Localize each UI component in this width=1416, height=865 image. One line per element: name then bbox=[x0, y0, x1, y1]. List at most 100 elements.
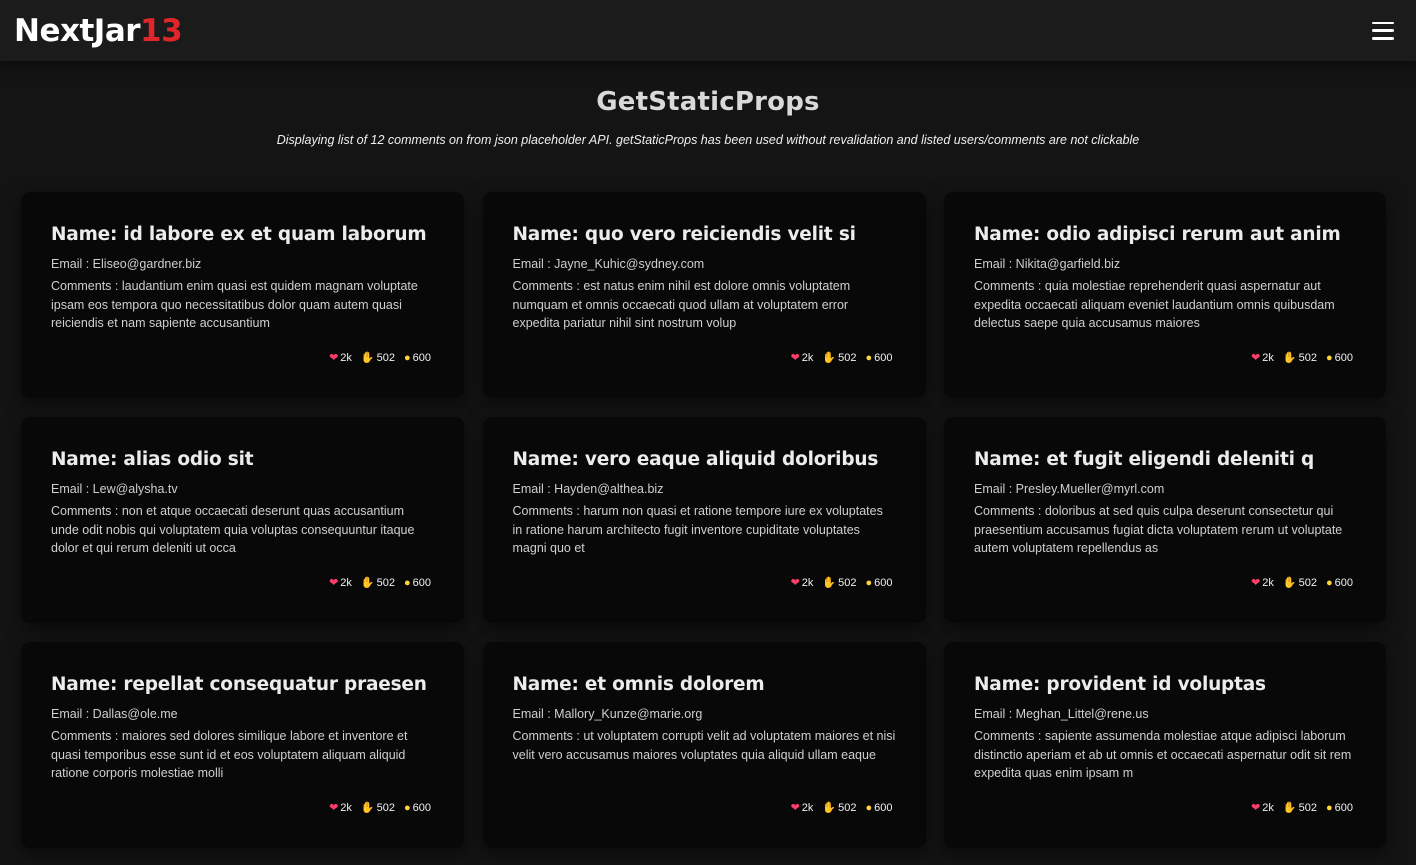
menu-line bbox=[1372, 29, 1394, 32]
card-name: Name: alias odio sit bbox=[51, 449, 254, 470]
logo-text: NextJar bbox=[14, 12, 141, 49]
thumbs-stat: ✋ 502 bbox=[822, 802, 856, 814]
thumbs-up-icon: ✋ bbox=[822, 351, 837, 364]
thumbs-up-icon: ✋ bbox=[360, 801, 375, 814]
card-stats: ❤ 2k ✋ 502 ● 600 bbox=[791, 352, 893, 364]
navbar: NextJar13 bbox=[0, 0, 1416, 61]
logo-accent: 13 bbox=[140, 12, 183, 49]
thumbs-stat: ✋ 502 bbox=[822, 577, 856, 589]
thumbs-count: 502 bbox=[376, 802, 395, 814]
heart-icon: ❤ bbox=[790, 351, 800, 364]
likes-stat: ❤ 2k bbox=[1251, 802, 1274, 814]
likes-stat: ❤ 2k bbox=[791, 802, 814, 814]
card-email: Email : Hayden@althea.biz bbox=[512, 482, 664, 496]
card-stats: ❤ 2k ✋ 502 ● 600 bbox=[791, 577, 893, 589]
ideas-count: 600 bbox=[1334, 802, 1353, 814]
card-name: Name: quo vero reiciendis velit si bbox=[512, 224, 856, 245]
lightbulb-icon: ● bbox=[1325, 801, 1333, 814]
ideas-stat: ● 600 bbox=[1326, 577, 1353, 589]
ideas-count: 600 bbox=[874, 802, 893, 814]
card-name: Name: odio adipisci rerum aut anim bbox=[974, 224, 1341, 245]
card-stats: ❤ 2k ✋ 502 ● 600 bbox=[329, 352, 431, 364]
thumbs-stat: ✋ 502 bbox=[822, 352, 856, 364]
thumbs-stat: ✋ 502 bbox=[361, 577, 395, 589]
ideas-count: 600 bbox=[1334, 352, 1353, 364]
card-email: Email : Meghan_Littel@rene.us bbox=[974, 707, 1149, 721]
ideas-stat: ● 600 bbox=[865, 577, 892, 589]
ideas-stat: ● 600 bbox=[404, 802, 431, 814]
thumbs-up-icon: ✋ bbox=[360, 351, 375, 364]
card-comment: Comments : sapiente assumenda molestiae … bbox=[974, 729, 1352, 781]
thumbs-count: 502 bbox=[1298, 802, 1317, 814]
ideas-count: 600 bbox=[874, 577, 893, 589]
card-comment: Comments : quia molestiae reprehenderit … bbox=[974, 279, 1335, 331]
hamburger-menu-icon[interactable] bbox=[1372, 21, 1394, 40]
menu-line bbox=[1372, 21, 1394, 24]
likes-count: 2k bbox=[801, 352, 814, 364]
heart-icon: ❤ bbox=[790, 801, 800, 814]
thumbs-count: 502 bbox=[838, 352, 857, 364]
card-comment: Comments : non et atque occaecati deseru… bbox=[51, 504, 415, 556]
card-comment: Comments : laudantium enim quasi est qui… bbox=[51, 279, 418, 331]
thumbs-count: 502 bbox=[1298, 352, 1317, 364]
card-stats: ❤ 2k ✋ 502 ● 600 bbox=[329, 577, 431, 589]
lightbulb-icon: ● bbox=[865, 351, 873, 364]
card-email: Email : Presley.Mueller@myrl.com bbox=[974, 482, 1165, 496]
card-name: Name: et omnis dolorem bbox=[512, 674, 765, 695]
thumbs-count: 502 bbox=[1298, 577, 1317, 589]
menu-line bbox=[1372, 37, 1394, 40]
thumbs-count: 502 bbox=[838, 802, 857, 814]
card-email: Email : Jayne_Kuhic@sydney.com bbox=[512, 257, 705, 271]
likes-count: 2k bbox=[801, 577, 814, 589]
card-comment: Comments : est natus enim nihil est dolo… bbox=[512, 279, 851, 331]
card-email: Email : Lew@alysha.tv bbox=[51, 482, 178, 496]
card-stats: ❤ 2k ✋ 502 ● 600 bbox=[329, 802, 431, 814]
likes-count: 2k bbox=[340, 577, 352, 589]
comment-card: Name: provident id voluptas Email : Megh… bbox=[944, 642, 1386, 848]
heart-icon: ❤ bbox=[329, 801, 339, 814]
comment-card: Name: id labore ex et quam laborum Email… bbox=[21, 192, 464, 398]
ideas-stat: ● 600 bbox=[865, 352, 892, 364]
comment-card: Name: repellat consequatur praesen Email… bbox=[21, 642, 464, 848]
likes-stat: ❤ 2k bbox=[329, 352, 352, 364]
card-comment: Comments : ut voluptatem corrupti velit … bbox=[512, 729, 896, 762]
lightbulb-icon: ● bbox=[865, 576, 873, 589]
comment-card: Name: odio adipisci rerum aut anim Email… bbox=[944, 192, 1386, 398]
card-name: Name: provident id voluptas bbox=[974, 674, 1266, 695]
lightbulb-icon: ● bbox=[1325, 351, 1333, 364]
page-header: GetStaticProps Displaying list of 12 com… bbox=[0, 61, 1416, 147]
card-email: Email : Nikita@garfield.biz bbox=[974, 257, 1121, 271]
likes-count: 2k bbox=[340, 352, 352, 364]
logo[interactable]: NextJar13 bbox=[14, 12, 183, 49]
comment-card: Name: alias odio sit Email : Lew@alysha.… bbox=[21, 417, 464, 623]
ideas-stat: ● 600 bbox=[865, 802, 892, 814]
card-comment: Comments : maiores sed dolores similique… bbox=[51, 729, 408, 781]
thumbs-stat: ✋ 502 bbox=[361, 352, 395, 364]
ideas-stat: ● 600 bbox=[404, 577, 431, 589]
comment-card: Name: et fugit eligendi deleniti q Email… bbox=[944, 417, 1386, 623]
ideas-count: 600 bbox=[874, 352, 893, 364]
likes-stat: ❤ 2k bbox=[329, 802, 352, 814]
thumbs-up-icon: ✋ bbox=[1282, 801, 1297, 814]
thumbs-up-icon: ✋ bbox=[360, 576, 375, 589]
ideas-count: 600 bbox=[412, 577, 431, 589]
card-name: Name: repellat consequatur praesen bbox=[51, 674, 427, 695]
card-name: Name: et fugit eligendi deleniti q bbox=[974, 449, 1315, 470]
thumbs-count: 502 bbox=[376, 577, 395, 589]
likes-count: 2k bbox=[340, 802, 352, 814]
lightbulb-icon: ● bbox=[403, 576, 411, 589]
ideas-count: 600 bbox=[1334, 577, 1353, 589]
likes-stat: ❤ 2k bbox=[1251, 577, 1274, 589]
likes-stat: ❤ 2k bbox=[791, 352, 814, 364]
card-stats: ❤ 2k ✋ 502 ● 600 bbox=[1251, 802, 1353, 814]
card-comment: Comments : doloribus at sed quis culpa d… bbox=[974, 504, 1343, 556]
heart-icon: ❤ bbox=[329, 351, 339, 364]
heart-icon: ❤ bbox=[1251, 576, 1261, 589]
card-email: Email : Dallas@ole.me bbox=[51, 707, 178, 721]
card-stats: ❤ 2k ✋ 502 ● 600 bbox=[1251, 577, 1353, 589]
thumbs-up-icon: ✋ bbox=[1282, 351, 1297, 364]
likes-count: 2k bbox=[801, 802, 814, 814]
thumbs-stat: ✋ 502 bbox=[361, 802, 395, 814]
likes-count: 2k bbox=[1262, 577, 1274, 589]
heart-icon: ❤ bbox=[1251, 351, 1261, 364]
